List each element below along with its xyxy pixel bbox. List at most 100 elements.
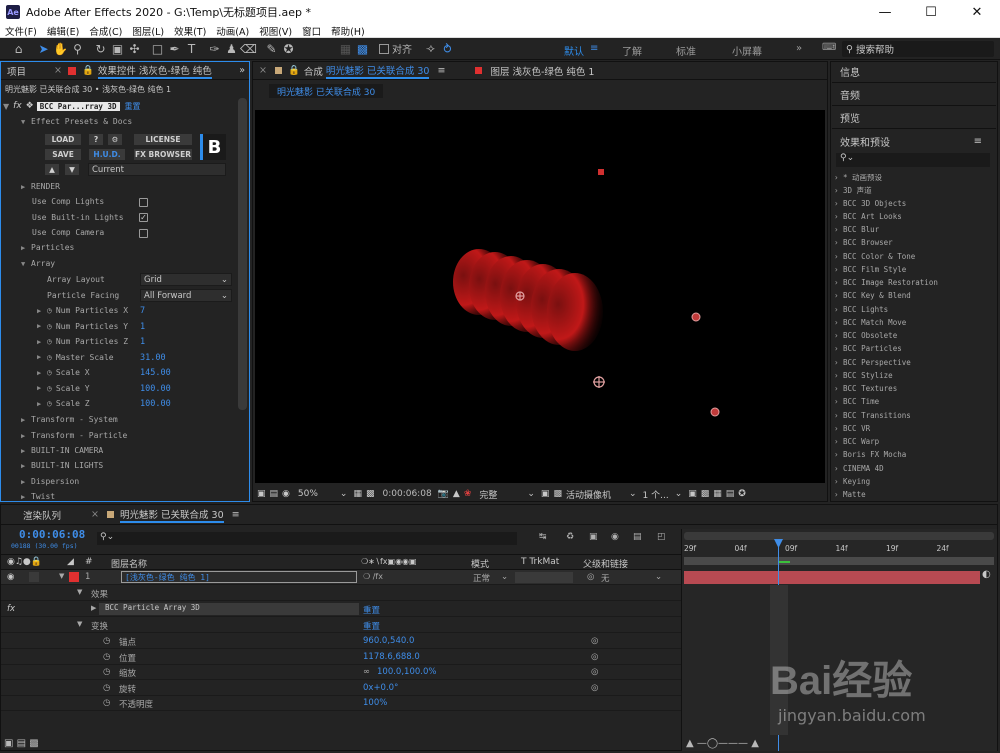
param-row[interactable]: ▶ ◷ Num Particles Y xyxy=(37,319,128,334)
transform-group-row[interactable]: ▼ 变换 重置 xyxy=(1,618,681,633)
modes-toggle-icon[interactable]: ▩ xyxy=(29,738,38,749)
trkmat-dropdown[interactable] xyxy=(515,572,573,583)
comp-subtab[interactable]: 明光魅影 已关联合成 30 xyxy=(269,84,384,98)
motion-blur-icon[interactable]: ◉ xyxy=(611,532,619,542)
parent-pickwhip-icon[interactable]: ◎ xyxy=(587,572,594,582)
close-icon[interactable]: × xyxy=(91,509,99,520)
workspace-more-icon[interactable]: » xyxy=(796,43,802,54)
menu-view[interactable]: 视图(V) xyxy=(254,24,297,38)
menu-help[interactable]: 帮助(H) xyxy=(326,24,370,38)
pickwhip-icon[interactable]: ◎ xyxy=(591,667,598,677)
effects-category[interactable]: › 3D 声道 xyxy=(834,185,872,196)
chevron-down-icon[interactable]: ⌄ xyxy=(501,572,508,582)
layer-name[interactable]: [浅灰色-绿色 纯色 1] xyxy=(121,571,357,583)
param-value[interactable]: 31.00 xyxy=(140,353,166,363)
tab-composition[interactable]: 明光魅影 已关联合成 30 xyxy=(325,63,430,79)
solo-toggle[interactable] xyxy=(29,572,39,582)
panel-overflow-icon[interactable]: » xyxy=(239,65,245,76)
tab-effect-controls[interactable]: 效果控件 浅灰色-绿色 纯色 xyxy=(97,63,212,79)
rotate-tool-icon[interactable]: ↻ xyxy=(92,42,109,56)
col-trkmat[interactable]: T TrkMat xyxy=(521,557,559,567)
param-row[interactable]: ▶ ◷ Scale X xyxy=(37,365,90,380)
param-row[interactable]: ▶ ◷ Master Scale xyxy=(37,350,114,365)
zoom-dropdown[interactable]: 50% xyxy=(298,489,318,499)
expand-arrow-icon[interactable]: ▶ xyxy=(91,604,96,612)
layer-mode-dropdown[interactable]: 正常 xyxy=(473,572,490,584)
pickwhip-icon[interactable]: ◎ xyxy=(591,636,598,646)
quality-dropdown[interactable]: 完整 xyxy=(479,488,497,501)
parent-dropdown[interactable]: 无 xyxy=(601,572,610,584)
expand-arrow-icon[interactable]: ▶ xyxy=(37,400,47,408)
effect-header[interactable]: ▼ fx ❖ BCC Par...rray 3D 重置 xyxy=(3,99,237,113)
info-panel[interactable]: 信息 xyxy=(832,61,996,83)
stopwatch-icon[interactable]: ◷ xyxy=(47,384,52,393)
twist-group[interactable]: ▶ Twist xyxy=(21,489,55,504)
maximize-icon[interactable]: ☐ xyxy=(908,5,954,20)
effects-category[interactable]: › * 动画预设 xyxy=(834,172,882,183)
close-icon[interactable]: × xyxy=(259,65,267,76)
transform-property-row[interactable]: ◷ 位置 1178.6,688.0 ◎ xyxy=(1,650,681,665)
stopwatch-icon[interactable]: ◷ xyxy=(47,322,52,331)
use-comp-camera-checkbox[interactable] xyxy=(139,229,148,238)
menu-edit[interactable]: 编辑(E) xyxy=(42,24,84,38)
snapshot-icon[interactable]: 📷 xyxy=(438,489,449,499)
transform-property-row[interactable]: ◷ 不透明度 100% xyxy=(1,696,681,711)
effects-category[interactable]: › BCC Image Restoration xyxy=(834,278,938,287)
param-value[interactable]: 145.00 xyxy=(140,368,171,378)
views-dropdown[interactable]: 1 个... xyxy=(643,488,669,501)
menu-layer[interactable]: 图层(L) xyxy=(127,24,169,38)
array-layout-dropdown[interactable]: Grid ⌄ xyxy=(140,273,232,286)
menu-composition[interactable]: 合成(C) xyxy=(84,24,127,38)
comp-viewer[interactable] xyxy=(255,110,825,483)
effects-category[interactable]: › BCC Match Move xyxy=(834,318,906,327)
param-value[interactable]: 1 xyxy=(140,337,145,347)
effects-category[interactable]: › CINEMA 4D xyxy=(834,464,884,473)
render-time-icon[interactable]: ▣ xyxy=(4,738,13,749)
render-group[interactable]: ▶ RENDER xyxy=(21,179,60,194)
work-area-bar[interactable] xyxy=(684,532,994,540)
zoom-slider[interactable]: ▲ —◯——— ▲ xyxy=(686,738,759,749)
frame-blending-icon[interactable]: ▣ xyxy=(589,532,598,542)
stopwatch-icon[interactable]: ◷ xyxy=(47,353,52,362)
effects-category[interactable]: › BCC Browser xyxy=(834,238,893,247)
effects-category[interactable]: › BCC Particles xyxy=(834,344,902,353)
tab-menu-icon[interactable]: ≡ xyxy=(232,509,240,520)
camera-dropdown[interactable]: 活动摄像机 xyxy=(566,488,611,501)
preset-current-dropdown[interactable]: Current xyxy=(88,163,226,176)
expand-arrow-icon[interactable]: ▶ xyxy=(37,307,47,315)
effect-reset-link[interactable]: 重置 xyxy=(363,604,380,616)
effects-category[interactable]: › Matte xyxy=(834,490,866,499)
home-icon[interactable]: ⌂ xyxy=(10,42,27,56)
effects-category[interactable]: › Boris FX Mocha xyxy=(834,450,906,459)
pickwhip-icon[interactable]: ◎ xyxy=(591,683,598,693)
timeline-icon[interactable]: ▦ xyxy=(713,489,722,499)
minimize-icon[interactable]: — xyxy=(862,5,908,20)
comp-mini-flowchart-icon[interactable]: ↹ xyxy=(539,532,547,542)
menu-effect[interactable]: 效果(T) xyxy=(169,24,211,38)
effects-category[interactable]: › BCC Blur xyxy=(834,225,879,234)
roto-brush-tool-icon[interactable]: ✎ xyxy=(263,42,280,56)
brush-tool-icon[interactable]: ✑ xyxy=(206,42,223,56)
3d-view-icon[interactable]: ▩ xyxy=(553,489,562,499)
transform-property-row[interactable]: ◷ 缩放 ∞ 100.0,100.0% ◎ xyxy=(1,665,681,680)
selection-tool-icon[interactable]: ➤ xyxy=(35,42,52,56)
fx-browser-button[interactable]: FX BROWSER xyxy=(134,149,192,160)
use-comp-lights-checkbox[interactable] xyxy=(139,198,148,207)
license-button[interactable]: LICENSE xyxy=(134,134,192,145)
clone-stamp-tool-icon[interactable]: ♟ xyxy=(223,42,240,56)
scrollbar-thumb[interactable] xyxy=(238,98,247,410)
col-layer-name[interactable]: 图层名称 xyxy=(111,557,147,570)
effects-category[interactable]: › BCC Time xyxy=(834,397,879,406)
timeline-search-input[interactable]: ⚲⌄ xyxy=(97,532,517,545)
effects-category[interactable]: › BCC Stylize xyxy=(834,371,893,380)
effects-category[interactable]: › BCC Transitions xyxy=(834,411,911,420)
effect-item-name[interactable]: BCC Particle Array 3D xyxy=(99,603,359,615)
preview-icon[interactable]: ▣ xyxy=(257,489,266,499)
close-icon[interactable]: × xyxy=(54,65,62,76)
snap-icon[interactable]: ▦ xyxy=(337,42,354,56)
flowchart-icon[interactable]: ▤ xyxy=(726,489,735,499)
transform-property-row[interactable]: ◷ 锚点 960.0,540.0 ◎ xyxy=(1,634,681,649)
save-button[interactable]: SAVE xyxy=(45,149,81,160)
timeline-graph-area[interactable]: 29f 04f 09f 14f 19f 24f ◐ xyxy=(681,529,997,751)
effects-category[interactable]: › BCC Key & Blend xyxy=(834,291,911,300)
